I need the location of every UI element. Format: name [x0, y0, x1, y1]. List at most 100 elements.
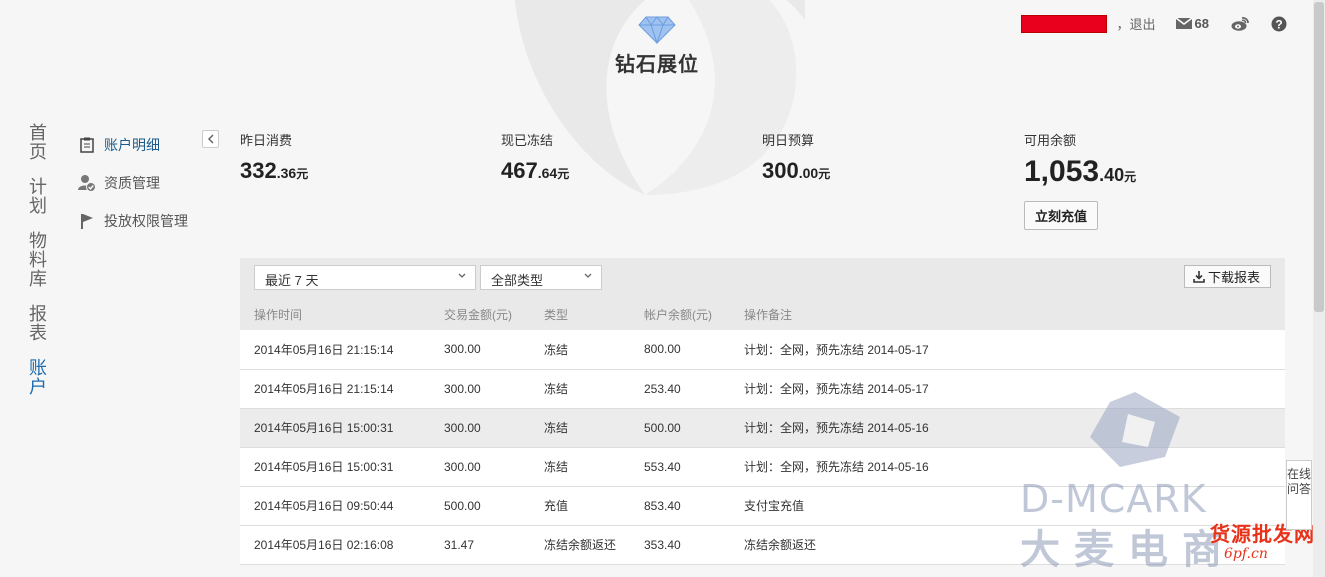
- watermark-url: 6pf.cn: [1224, 546, 1268, 562]
- nav-report[interactable]: 报表: [28, 305, 48, 343]
- type-value: 全部类型: [491, 273, 544, 288]
- chevron-left-icon: [207, 134, 214, 144]
- subnav-label: 账户明细: [104, 137, 160, 153]
- download-icon: [1193, 270, 1205, 283]
- mail-button[interactable]: 68: [1175, 16, 1209, 31]
- table-row[interactable]: 2014年05月16日 02:16:08 31.47 冻结余额返还 353.40…: [240, 525, 1285, 565]
- cell-note: 计划：全网，预先冻结 2014-05-16: [730, 408, 1285, 448]
- recharge-button[interactable]: 立刻充值: [1024, 201, 1099, 230]
- table-row[interactable]: 2014年05月16日 21:15:14 300.00 冻结 253.40 计划…: [240, 369, 1285, 409]
- stat-frozen: 现已冻结 467.64元: [501, 130, 569, 184]
- cell-time: 2014年05月16日 02:16:08: [240, 525, 430, 565]
- subnav-label: 投放权限管理: [104, 213, 188, 229]
- nav-plan[interactable]: 计划: [28, 178, 48, 216]
- col-header-time[interactable]: 操作时间: [240, 298, 430, 330]
- cell-note: 计划：全网，预先冻结 2014-05-17: [730, 330, 1285, 370]
- stat-value: 1,053.40元: [1024, 155, 1137, 188]
- nav-home[interactable]: 首页: [28, 124, 48, 162]
- cell-balance: 253.40: [630, 369, 730, 409]
- cell-type: 冻结余额返还: [530, 525, 630, 565]
- cell-time: 2014年05月16日 09:50:44: [240, 486, 430, 526]
- top-bar: ，退出 68 ?: [1020, 14, 1287, 33]
- user-verified-icon: [78, 174, 96, 192]
- weibo-button[interactable]: [1231, 16, 1249, 31]
- stat-label: 可用余额: [1024, 133, 1077, 148]
- cell-balance: 800.00: [630, 330, 730, 370]
- table-row[interactable]: 2014年05月16日 09:50:44 500.00 充值 853.40 支付…: [240, 486, 1285, 526]
- scrollbar[interactable]: [1313, 0, 1325, 577]
- cell-amount: 500.00: [430, 486, 530, 526]
- help-icon: ?: [1271, 16, 1287, 31]
- account-detail-table: 操作时间 交易金额(元) 类型 帐户余额(元) 操作备注 2014年05月16日…: [240, 298, 1285, 565]
- col-header-type[interactable]: 类型: [530, 298, 630, 330]
- stat-value: 467.64元: [501, 158, 570, 183]
- col-header-note[interactable]: 操作备注: [730, 298, 1285, 330]
- table-row[interactable]: 2014年05月16日 21:15:14 300.00 冻结 800.00 计划…: [240, 330, 1285, 370]
- sub-nav: 账户明细 资质管理 投放权限管理: [78, 126, 220, 240]
- flag-icon: [78, 212, 96, 230]
- cell-note: 计划：全网，预先冻结 2014-05-16: [730, 447, 1285, 487]
- cell-balance: 500.00: [630, 408, 730, 448]
- cell-type: 冻结: [530, 408, 630, 448]
- mail-icon: [1175, 18, 1192, 29]
- account-detail-panel: 最近 7 天 全部类型 下载报表 操作时间 交易金额(元) 类型 帐户余额(元)…: [240, 258, 1285, 565]
- online-chat-button[interactable]: 在线问答: [1286, 460, 1312, 530]
- col-header-balance[interactable]: 帐户余额(元): [630, 298, 730, 330]
- cell-time: 2014年05月16日 21:15:14: [240, 369, 430, 409]
- logo-text: 钻石展位: [615, 54, 699, 76]
- cell-type: 冻结: [530, 447, 630, 487]
- help-button[interactable]: ?: [1271, 16, 1287, 32]
- table-toolbar: 最近 7 天 全部类型 下载报表: [240, 258, 1285, 298]
- stat-label: 现已冻结: [501, 133, 554, 148]
- cell-type: 冻结: [530, 330, 630, 370]
- table-header-row: 操作时间 交易金额(元) 类型 帐户余额(元) 操作备注: [240, 298, 1285, 330]
- table-row[interactable]: 2014年05月16日 15:00:31 300.00 冻结 500.00 计划…: [240, 408, 1285, 448]
- cell-amount: 300.00: [430, 408, 530, 448]
- subnav-permission[interactable]: 投放权限管理: [78, 202, 220, 240]
- username-redacted[interactable]: [1020, 14, 1107, 33]
- cell-time: 2014年05月16日 15:00:31: [240, 447, 430, 487]
- diamond-icon: [638, 16, 676, 44]
- mail-count: 68: [1194, 16, 1209, 31]
- download-report-button[interactable]: 下载报表: [1183, 265, 1271, 288]
- weibo-icon: [1231, 17, 1249, 31]
- chevron-down-icon: [458, 273, 466, 278]
- cell-balance: 353.40: [630, 525, 730, 565]
- chevron-down-icon: [584, 273, 592, 278]
- subnav-account-detail[interactable]: 账户明细: [78, 126, 220, 164]
- date-range-select[interactable]: 最近 7 天: [254, 265, 476, 290]
- cell-type: 冻结: [530, 369, 630, 409]
- stat-value: 300.00元: [762, 158, 831, 183]
- cell-amount: 31.47: [430, 525, 530, 565]
- type-select[interactable]: 全部类型: [480, 265, 602, 290]
- nav-material-library[interactable]: 物料库: [28, 232, 48, 289]
- cell-amount: 300.00: [430, 330, 530, 370]
- subnav-qualification[interactable]: 资质管理: [78, 164, 220, 202]
- clipboard-icon: [78, 136, 96, 154]
- date-range-value: 最近 7 天: [265, 273, 319, 288]
- cell-note: 冻结余额返还: [730, 525, 1285, 565]
- stat-yesterday-spend: 昨日消费 332.36元: [240, 130, 308, 184]
- cell-note: 计划：全网，预先冻结 2014-05-17: [730, 369, 1285, 409]
- collapse-sidebar-button[interactable]: [202, 130, 219, 148]
- col-header-amount[interactable]: 交易金额(元): [430, 298, 530, 330]
- table-row[interactable]: 2014年05月16日 15:00:31 300.00 冻结 553.40 计划…: [240, 447, 1285, 487]
- logout-link[interactable]: ，退出: [1117, 14, 1156, 33]
- stat-label: 昨日消费: [240, 133, 293, 148]
- subnav-label: 资质管理: [104, 175, 160, 191]
- cell-time: 2014年05月16日 15:00:31: [240, 408, 430, 448]
- stat-label: 明日预算: [762, 133, 815, 148]
- cell-note: 支付宝充值: [730, 486, 1285, 526]
- site-logo[interactable]: 钻石展位: [612, 16, 702, 77]
- nav-account[interactable]: 账户: [28, 359, 48, 397]
- cell-balance: 553.40: [630, 447, 730, 487]
- stat-tomorrow-budget: 明日预算 300.00元: [762, 130, 830, 184]
- download-label: 下载报表: [1207, 270, 1260, 285]
- cell-amount: 300.00: [430, 447, 530, 487]
- stat-value: 332.36元: [240, 158, 309, 183]
- main-nav: 首页 计划 物料库 报表 账户: [28, 124, 50, 413]
- svg-text:?: ?: [1275, 17, 1282, 31]
- cell-balance: 853.40: [630, 486, 730, 526]
- scrollbar-thumb[interactable]: [1314, 2, 1324, 312]
- stat-available-balance: 可用余额 1,053.40元 立刻充值: [1024, 130, 1136, 230]
